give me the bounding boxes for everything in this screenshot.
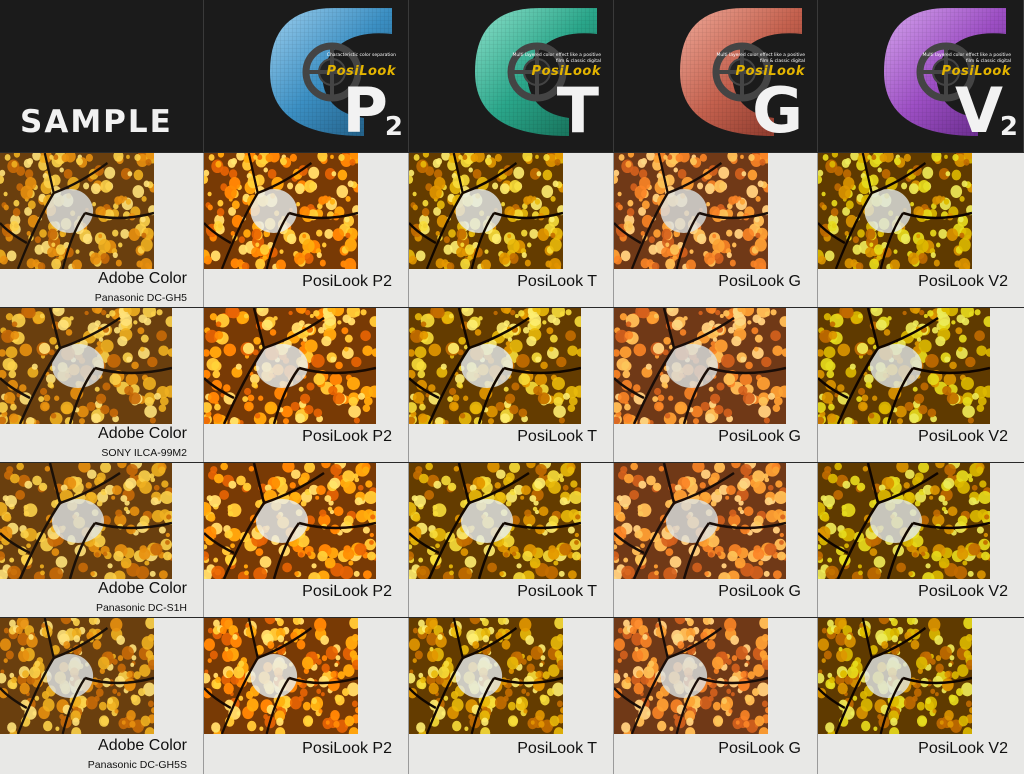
preset-cell: PosiLook P2 [204, 308, 409, 462]
preset-cell: PosiLook T [409, 153, 614, 307]
preset-label: PosiLook T [517, 583, 597, 600]
preset-letter: P [343, 80, 388, 142]
preset-letter-main: G [752, 74, 803, 147]
preset-label: PosiLook P2 [302, 740, 392, 757]
preset-cell: PosiLook G [614, 153, 818, 307]
photo-thumbnail [614, 153, 768, 269]
preset-cell: PosiLook P2 [204, 618, 409, 774]
preset-cell: PosiLook G [614, 463, 818, 617]
preset-cell: PosiLook T [409, 618, 614, 774]
photo-thumbnail [614, 463, 786, 579]
preset-label: PosiLook G [718, 273, 801, 290]
photo-thumbnail [0, 153, 154, 269]
sample-cell: Adobe Color Panasonic DC-GH5 [0, 153, 204, 307]
camera-label: Panasonic DC-GH5 [94, 292, 187, 304]
camera-label: Panasonic DC-S1H [95, 602, 187, 614]
camera-label: SONY ILCA-99M2 [101, 447, 187, 459]
preset-cell: PosiLook V2 [818, 153, 1024, 307]
preset-cell: PosiLook T [409, 463, 614, 617]
preset-label: PosiLook T [517, 273, 597, 290]
photo-thumbnail [0, 618, 154, 734]
photo-thumbnail [204, 618, 358, 734]
preset-tagline: Multi layered color effect like a positi… [512, 53, 601, 64]
preset-letter-main: P [342, 74, 388, 147]
preset-label: PosiLook V2 [918, 740, 1008, 757]
photo-thumbnail [204, 308, 376, 424]
base-profile-label: Adobe Color [98, 580, 187, 597]
sample-cell: Adobe Color Panasonic DC-GH5S [0, 618, 204, 774]
preset-tagline: Characteristic color separation [326, 53, 396, 58]
photo-thumbnail [204, 463, 376, 579]
base-profile-label: Adobe Color [98, 270, 187, 287]
preset-label: PosiLook G [718, 428, 801, 445]
photo-thumbnail [818, 308, 990, 424]
preset-header-p2: Characteristic color separation PosiLook P… [204, 0, 409, 152]
preset-cell: PosiLook V2 [818, 308, 1024, 462]
sample-cell: Adobe Color Panasonic DC-S1H [0, 463, 204, 617]
photo-thumbnail [818, 153, 972, 269]
photo-thumbnail [409, 618, 563, 734]
sample-header: SAMPLE [0, 0, 204, 152]
sample-cell: Adobe Color SONY ILCA-99M2 [0, 308, 204, 462]
preset-header-v2: Multi layered color effect like a positi… [818, 0, 1024, 152]
photo-thumbnail [818, 463, 990, 579]
preset-cell: PosiLook G [614, 618, 818, 774]
preset-label: PosiLook V2 [918, 273, 1008, 290]
preset-letter-sub: 2 [999, 112, 1018, 142]
camera-label: Panasonic DC-GH5S [87, 759, 187, 771]
preset-cell: PosiLook P2 [204, 153, 409, 307]
photo-thumbnail [409, 153, 563, 269]
comparison-grid: SAMPLE Characteristic color separation Po… [0, 0, 1024, 774]
preset-letter-main: T [556, 74, 599, 147]
photo-thumbnail [204, 153, 358, 269]
preset-label: PosiLook V2 [918, 583, 1008, 600]
preset-tagline: Multi layered color effect like a positi… [922, 53, 1011, 64]
preset-letter: V [955, 80, 1003, 142]
photo-thumbnail [614, 308, 786, 424]
photo-thumbnail [409, 463, 581, 579]
preset-tagline: Multi layered color effect like a positi… [716, 53, 805, 64]
preset-cell: PosiLook V2 [818, 463, 1024, 617]
preset-label: PosiLook P2 [302, 273, 392, 290]
preset-label: PosiLook T [517, 740, 597, 757]
preset-label: PosiLook T [517, 428, 597, 445]
preset-label: PosiLook P2 [302, 583, 392, 600]
photo-thumbnail [0, 463, 172, 579]
preset-header-t: Multi layered color effect like a positi… [409, 0, 614, 152]
base-profile-label: Adobe Color [98, 425, 187, 442]
photo-thumbnail [614, 618, 768, 734]
preset-letter: G [752, 80, 803, 142]
preset-header-g: Multi layered color effect like a positi… [614, 0, 818, 152]
preset-label: PosiLook P2 [302, 428, 392, 445]
preset-letter: T [557, 80, 599, 142]
preset-label: PosiLook G [718, 740, 801, 757]
preset-cell: PosiLook V2 [818, 618, 1024, 774]
preset-label: PosiLook V2 [918, 428, 1008, 445]
photo-thumbnail [0, 308, 172, 424]
preset-cell: PosiLook P2 [204, 463, 409, 617]
sample-label: SAMPLE [20, 104, 173, 140]
preset-cell: PosiLook T [409, 308, 614, 462]
preset-letter-main: V [955, 74, 1003, 147]
preset-label: PosiLook G [718, 583, 801, 600]
photo-thumbnail [409, 308, 581, 424]
base-profile-label: Adobe Color [98, 737, 187, 754]
photo-thumbnail [818, 618, 972, 734]
preset-letter-sub: 2 [384, 112, 403, 142]
preset-cell: PosiLook G [614, 308, 818, 462]
